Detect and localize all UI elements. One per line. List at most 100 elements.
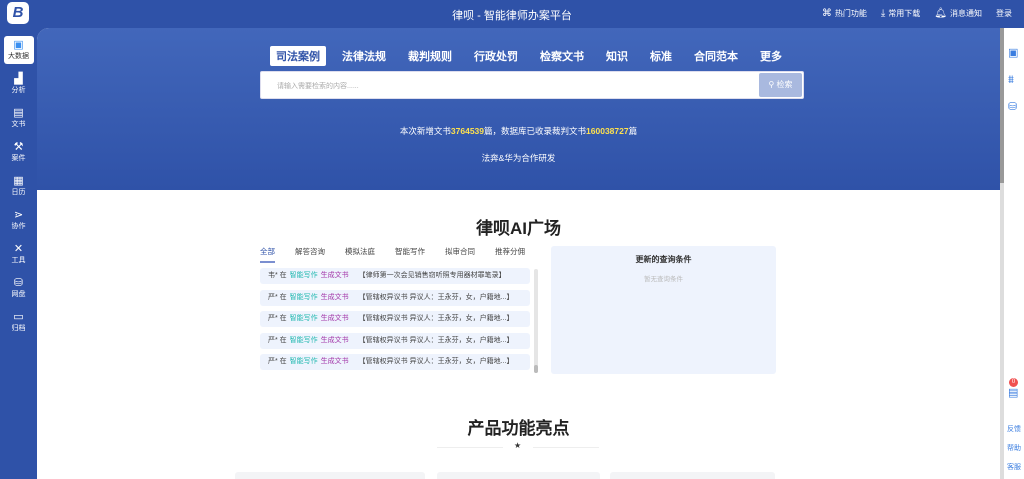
hot-features-button[interactable]: ⌘ 热门功能 (822, 8, 867, 19)
list-item[interactable]: 韦* 在智能写作 生成文书 【律师第一次会见销售窃听照专用器材罪笔录】 (260, 268, 530, 284)
total-docs-count: 160038727 (586, 126, 629, 136)
query-title: 更新的查询条件 (635, 255, 692, 264)
tab-contracts[interactable]: 合同范本 (688, 46, 744, 66)
list-scrollbar[interactable] (534, 269, 538, 373)
notifications-button[interactable]: 🔔︎ 消息通知 (934, 8, 982, 19)
list-item[interactable]: 严* 在智能写作 生成文书 【管辖权异议书 异议人：王永芬，女，户籍地...】 (260, 311, 530, 327)
ai-tab-moot-court[interactable]: 模拟法庭 (345, 246, 375, 263)
row-module: 智能写作 (289, 358, 318, 365)
hot-features-label: 热门功能 (834, 9, 867, 18)
sidebar-label: 案件 (11, 155, 26, 162)
ai-tab-writing[interactable]: 智能写作 (395, 246, 425, 263)
feature-card[interactable] (610, 472, 775, 479)
main-content: 司法案例 法律法规 裁判规则 行政处罚 检察文书 知识 标准 合同范本 更多 请… (37, 28, 1000, 479)
sidebar-item-analysis[interactable]: ▟ 分析 (4, 70, 34, 98)
tab-more[interactable]: 更多 (754, 46, 788, 66)
search-button[interactable]: ⚲ 检索 (759, 73, 802, 97)
sidebar-label: 文书 (11, 121, 26, 128)
sidebar-label: 大数据 (8, 53, 29, 60)
feature-card[interactable] (235, 472, 425, 479)
row-user: 严* 在 (268, 315, 287, 322)
search-category-tabs: 司法案例 法律法规 裁判规则 行政处罚 检察文书 知识 标准 合同范本 更多 (270, 46, 798, 66)
sidebar-label: 归档 (11, 325, 26, 332)
notebook-icon[interactable]: ▣ (1008, 46, 1018, 59)
sidebar-label: 工具 (11, 257, 26, 264)
sidebar-label: 网盘 (11, 291, 26, 298)
divider-left (437, 447, 503, 448)
star-icon: ★ (514, 441, 522, 450)
gavel-icon: ⚒ (13, 141, 24, 153)
sidebar-item-disk[interactable]: ⛁ 网盘 (4, 274, 34, 302)
row-module: 智能写作 (289, 315, 318, 322)
row-content: 【律师第一次会见销售窃听照专用器材罪笔录】 (358, 272, 506, 279)
ai-tab-contract-review[interactable]: 拟审合同 (445, 246, 475, 263)
row-module: 智能写作 (289, 293, 318, 301)
tab-admin-penalty[interactable]: 行政处罚 (468, 46, 524, 66)
support-link[interactable]: 客服 (1007, 462, 1021, 472)
help-link[interactable]: 帮助 (1007, 443, 1021, 453)
top-bar: B 律呗 - 智能律师办案平台 ⌘ 热门功能 ⤓ 常用下载 🔔︎ 消息通知 登录 (0, 0, 1024, 30)
tools-icon: ✕ (13, 243, 24, 255)
row-module: 智能写作 (289, 336, 318, 344)
tab-standards[interactable]: 标准 (644, 46, 678, 66)
tab-knowledge[interactable]: 知识 (600, 46, 634, 66)
query-empty: 暂无查询条件 (644, 276, 683, 283)
downloads-label: 常用下载 (888, 9, 921, 18)
list-item[interactable]: 严* 在智能写作 生成文书 【管辖权异议书 异议人：王永芬，女，户籍地...】 (260, 332, 530, 349)
sidebar-item-bigdata[interactable]: ▣ 大数据 (3, 36, 34, 64)
sidebar-item-calendar[interactable]: ▦ 日历 (4, 172, 34, 200)
tab-judicial-cases[interactable]: 司法案例 (270, 46, 326, 66)
calendar-icon: ▦ (13, 175, 24, 187)
stats-suffix: 篇 (628, 126, 638, 136)
list-item[interactable]: 严* 在智能写作 生成文书 【管辖权异议书 异议人：王永芬，女，户籍地...】 (260, 289, 530, 306)
sidebar-item-tools[interactable]: ✕ 工具 (4, 240, 34, 268)
search-button-label: 检索 (776, 80, 793, 89)
sidebar-label: 分析 (11, 87, 26, 94)
ai-tab-all[interactable]: 全部 (260, 246, 275, 263)
feature-card[interactable] (437, 472, 600, 479)
row-user: 严* 在 (268, 336, 287, 344)
search-placeholder: 请输入需要检索的内容...... (277, 83, 359, 90)
document-icon[interactable]: ▤ (1008, 386, 1018, 399)
ai-tab-consult[interactable]: 解答咨询 (295, 246, 325, 263)
search-input[interactable]: 请输入需要检索的内容...... ⚲ 检索 (260, 71, 804, 99)
tab-rulings[interactable]: 裁判规则 (402, 46, 458, 66)
data-icon: ▣ (13, 39, 24, 51)
query-conditions-panel: 更新的查询条件 暂无查询条件 (551, 246, 776, 374)
sidebar-item-collab[interactable]: ⋗ 协作 (4, 206, 34, 234)
coop-text: 法奔&华为合作研发 (481, 153, 556, 163)
row-content: 【管辖权异议书 异议人：王永芬，女，户籍地...】 (358, 358, 514, 365)
disk-icon[interactable]: ⛁ (1008, 100, 1017, 113)
chart-icon: ▟ (14, 73, 23, 85)
row-user: 严* 在 (268, 358, 287, 365)
row-content: 【管辖权异议书 异议人：王永芬，女，户籍地...】 (358, 315, 514, 322)
stats-mid: 篇，数据库已收录裁判文书 (484, 126, 587, 136)
bell-icon: 🔔︎ (934, 8, 947, 19)
features-title: 产品功能亮点 (467, 419, 570, 438)
chart-icon[interactable]: ⩩ (1008, 74, 1014, 87)
sidebar-item-documents[interactable]: ▤ 文书 (4, 104, 34, 132)
tab-laws[interactable]: 法律法规 (336, 46, 392, 66)
list-scrollbar-thumb[interactable] (534, 365, 538, 373)
ai-tab-referral[interactable]: 推荐分佣 (495, 246, 525, 263)
feedback-link[interactable]: 反馈 (1007, 424, 1021, 434)
sidebar-label: 日历 (11, 189, 26, 196)
row-module: 智能写作 (289, 272, 318, 279)
sidebar-label: 协作 (11, 223, 26, 230)
sidebar-item-cases[interactable]: ⚒ 案件 (4, 138, 34, 166)
sidebar: ▣ 大数据 ▟ 分析 ▤ 文书 ⚒ 案件 ▦ 日历 ⋗ 协作 ✕ 工具 ⛁ 网盘 ▭ 归档 (0, 30, 37, 479)
stats-prefix: 本次新增文书 (399, 126, 451, 136)
disk-icon: ⛁ (13, 277, 24, 289)
row-action: 生成文书 (320, 315, 349, 322)
list-item[interactable]: 严* 在智能写作 生成文书 【管辖权异议书 异议人：王永芬，女，户籍地...】 (260, 354, 530, 370)
downloads-button[interactable]: ⤓ 常用下载 (881, 8, 920, 19)
row-action: 生成文书 (320, 336, 349, 344)
login-button[interactable]: 登录 (996, 8, 1012, 19)
ai-square-title: 律呗AI广场 (476, 219, 561, 238)
notification-badge: 0 (1009, 378, 1018, 387)
new-docs-count: 3764539 (450, 126, 485, 136)
share-icon: ⋗ (13, 209, 24, 221)
archive-icon: ▭ (13, 311, 24, 323)
sidebar-item-archive[interactable]: ▭ 归档 (4, 308, 34, 336)
tab-procuratorate[interactable]: 检察文书 (534, 46, 590, 66)
